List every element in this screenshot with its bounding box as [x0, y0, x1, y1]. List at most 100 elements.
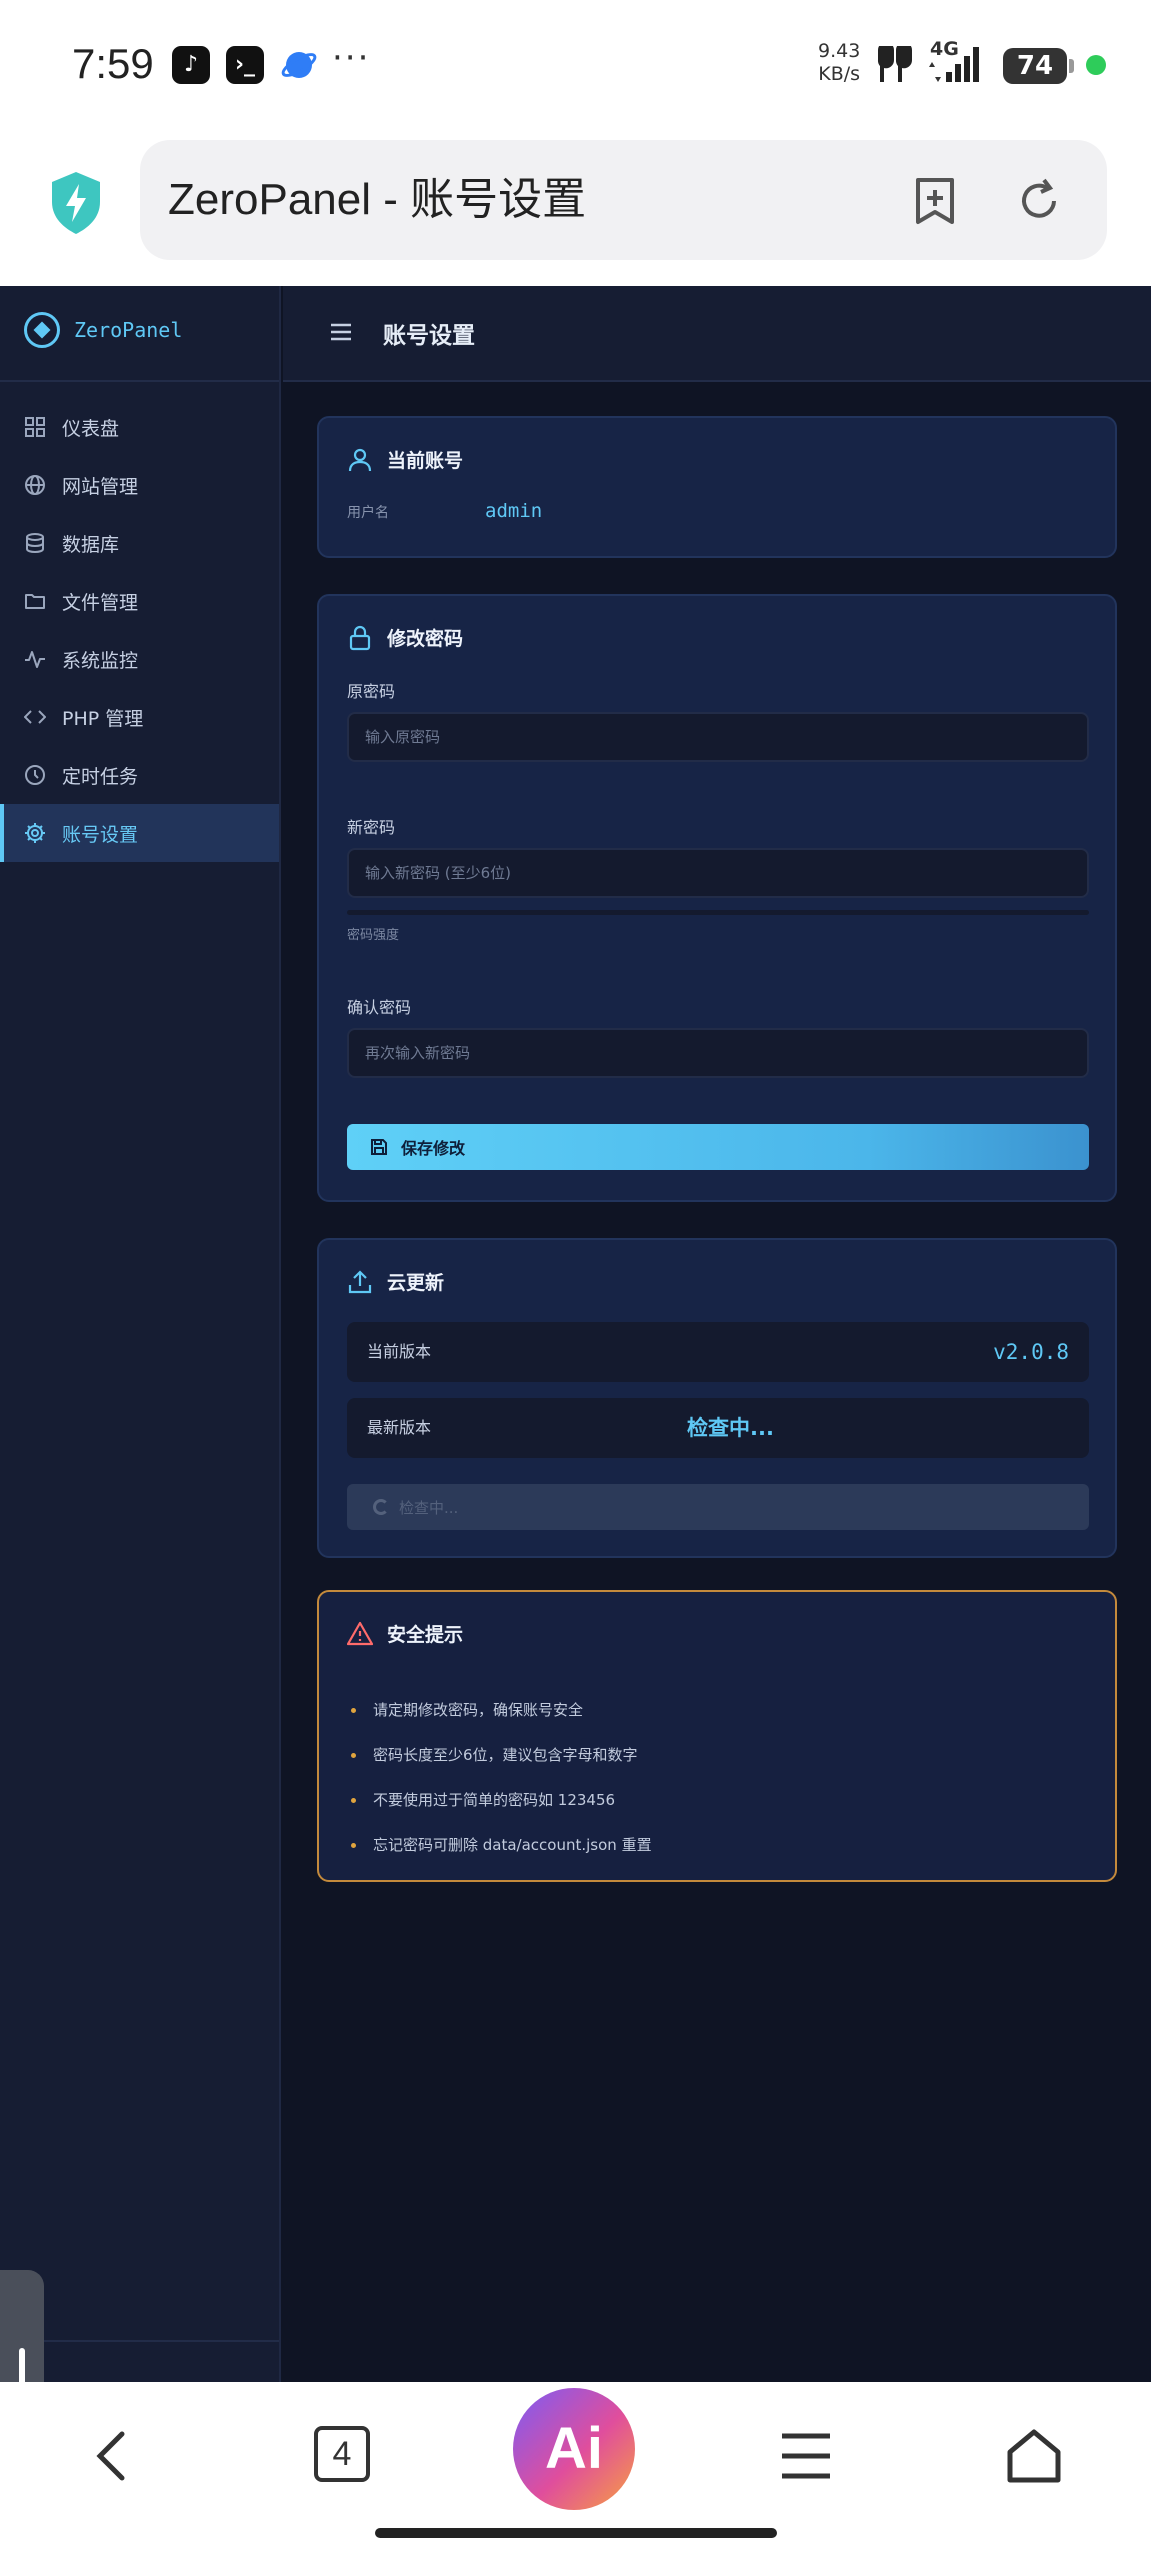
- card-title: 当前账号: [347, 446, 463, 473]
- current-account-card: 当前账号 用户名 admin: [317, 416, 1117, 558]
- status-icons: 4G: [872, 38, 1112, 90]
- security-tips-list: 请定期修改密码，确保账号安全 密码长度至少6位，建议包含字母和数字 不要使用过于…: [351, 1688, 652, 1868]
- new-password-label: 新密码: [347, 818, 396, 837]
- hamburger-menu-icon[interactable]: [329, 322, 353, 342]
- current-version-row: 当前版本 v2.0.8: [347, 1322, 1089, 1382]
- old-password-input[interactable]: [347, 712, 1089, 762]
- tip-item: 密码长度至少6位，建议包含字母和数字: [351, 1733, 652, 1778]
- sidebar-item-label: PHP 管理: [62, 707, 144, 730]
- save-button[interactable]: 保存修改: [347, 1124, 1089, 1170]
- sidebar-item-database[interactable]: 数据库: [0, 514, 279, 572]
- sidebar-item-websites[interactable]: 网站管理: [0, 456, 279, 514]
- card-title-text: 当前账号: [387, 450, 464, 472]
- current-version-label: 当前版本: [367, 1342, 432, 1361]
- tab-count: 4: [314, 2426, 370, 2482]
- username-label: 用户名: [347, 505, 389, 521]
- grid-icon: [25, 417, 45, 437]
- address-bar[interactable]: ZeroPanel - 账号设置: [140, 140, 1107, 260]
- sidebar-item-monitor[interactable]: 系统监控: [0, 630, 279, 688]
- lock-icon: [349, 625, 371, 650]
- latest-version-row: 最新版本 检查中...: [347, 1398, 1089, 1458]
- folder-icon: [25, 594, 45, 609]
- password-strength-label: 密码强度: [347, 928, 400, 943]
- database-icon: [26, 533, 44, 554]
- card-title: 修改密码: [347, 624, 463, 651]
- page-title: 账号设置: [383, 323, 475, 349]
- page-title-url[interactable]: ZeroPanel - 账号设置: [168, 140, 586, 260]
- check-update-label: 检查中...: [399, 1498, 459, 1517]
- tiktok-icon: ♪: [172, 46, 210, 84]
- menu-icon[interactable]: [776, 2426, 836, 2486]
- activity-icon: [25, 651, 45, 668]
- card-title-text: 云更新: [387, 1272, 445, 1294]
- sidebar: ZeroPanel 仪表盘 网站管理 数据库 文件管理 系统监控 PHP 管理 …: [0, 286, 281, 2382]
- code-icon: [24, 710, 46, 724]
- brand-logo-icon: [24, 312, 60, 348]
- sidebar-item-label: 文件管理: [62, 591, 139, 614]
- new-password-input[interactable]: [347, 848, 1089, 898]
- data-arrows-icon: [929, 62, 941, 82]
- card-title: 云更新: [347, 1268, 444, 1295]
- username-value: admin: [485, 500, 543, 522]
- browser-bottom-nav: 4 Ai: [0, 2382, 1151, 2560]
- warning-icon: [347, 1621, 373, 1645]
- brand-name: ZeroPanel: [74, 318, 183, 342]
- sidebar-item-php[interactable]: PHP 管理: [0, 688, 279, 746]
- latest-version-label: 最新版本: [367, 1418, 432, 1437]
- reload-icon[interactable]: [1014, 176, 1064, 226]
- more-notifications-icon: ···: [332, 38, 371, 78]
- tip-item: 忘记密码可删除 data/account.json 重置: [351, 1823, 652, 1868]
- brand[interactable]: ZeroPanel: [0, 286, 279, 382]
- top-bar: 账号设置: [283, 286, 1151, 382]
- upload-icon: [348, 1269, 372, 1293]
- signal-icon: [946, 47, 979, 82]
- card-title: 安全提示: [347, 1620, 463, 1647]
- back-icon[interactable]: [84, 2426, 144, 2486]
- globe-icon: [25, 475, 45, 495]
- status-bar: 7:59 ♪ ›_ ··· 9.43 KB/s 4G 74: [0, 0, 1151, 130]
- security-tips-card: 安全提示 请定期修改密码，确保账号安全 密码长度至少6位，建议包含字母和数字 不…: [317, 1590, 1117, 1882]
- sidebar-item-label: 仪表盘: [62, 417, 120, 440]
- speed-unit: KB/s: [818, 63, 861, 85]
- current-version-value: v2.0.8: [993, 1340, 1069, 1364]
- earbuds-icon: [877, 46, 913, 82]
- browser-icon: [280, 46, 318, 84]
- gear-icon: [25, 823, 45, 843]
- old-password-label: 原密码: [347, 682, 396, 701]
- save-button-label: 保存修改: [401, 1139, 466, 1158]
- tip-item: 不要使用过于简单的密码如 123456: [351, 1778, 652, 1823]
- sidebar-item-label: 账号设置: [62, 823, 139, 846]
- ai-assistant-button[interactable]: Ai: [513, 2388, 635, 2510]
- sidebar-item-account[interactable]: 账号设置: [0, 804, 279, 862]
- sidebar-nav: 仪表盘 网站管理 数据库 文件管理 系统监控 PHP 管理 定时任务 账号设置: [0, 398, 279, 862]
- sidebar-item-label: 定时任务: [62, 765, 139, 788]
- tip-item: 请定期修改密码，确保账号安全: [351, 1688, 652, 1733]
- cloud-update-card: 云更新 当前版本 v2.0.8 最新版本 检查中... 检查中...: [317, 1238, 1117, 1558]
- home-indicator[interactable]: [375, 2528, 777, 2538]
- network-speed: 9.43 KB/s: [818, 40, 860, 86]
- status-time: 7:59: [72, 40, 154, 87]
- card-title-text: 安全提示: [387, 1624, 464, 1646]
- speed-value: 9.43: [818, 40, 861, 62]
- latest-version-value: 检查中...: [687, 1416, 774, 1440]
- sidebar-item-label: 网站管理: [62, 475, 139, 498]
- spinner-icon: [373, 1499, 389, 1515]
- save-icon: [371, 1139, 387, 1155]
- browser-toolbar: ZeroPanel - 账号设置: [0, 130, 1151, 286]
- sidebar-item-label: 系统监控: [62, 649, 139, 672]
- confirm-password-input[interactable]: [347, 1028, 1089, 1078]
- tabs-button[interactable]: 4: [314, 2426, 374, 2486]
- sidebar-item-files[interactable]: 文件管理: [0, 572, 279, 630]
- sidebar-item-label: 数据库: [62, 533, 120, 556]
- sidebar-item-cron[interactable]: 定时任务: [0, 746, 279, 804]
- change-password-card: 修改密码 原密码 新密码 密码强度 确认密码 保存修改: [317, 594, 1117, 1202]
- card-title-text: 修改密码: [387, 628, 464, 650]
- bookmark-add-icon[interactable]: [910, 176, 960, 226]
- check-update-button[interactable]: 检查中...: [347, 1484, 1089, 1530]
- privacy-dot-icon: [1086, 55, 1106, 75]
- shield-icon[interactable]: [48, 170, 104, 236]
- zeropanel-app: ZeroPanel 仪表盘 网站管理 数据库 文件管理 系统监控 PHP 管理 …: [0, 286, 1151, 2382]
- home-icon[interactable]: [1004, 2426, 1064, 2486]
- user-icon: [348, 448, 372, 471]
- sidebar-item-dashboard[interactable]: 仪表盘: [0, 398, 279, 456]
